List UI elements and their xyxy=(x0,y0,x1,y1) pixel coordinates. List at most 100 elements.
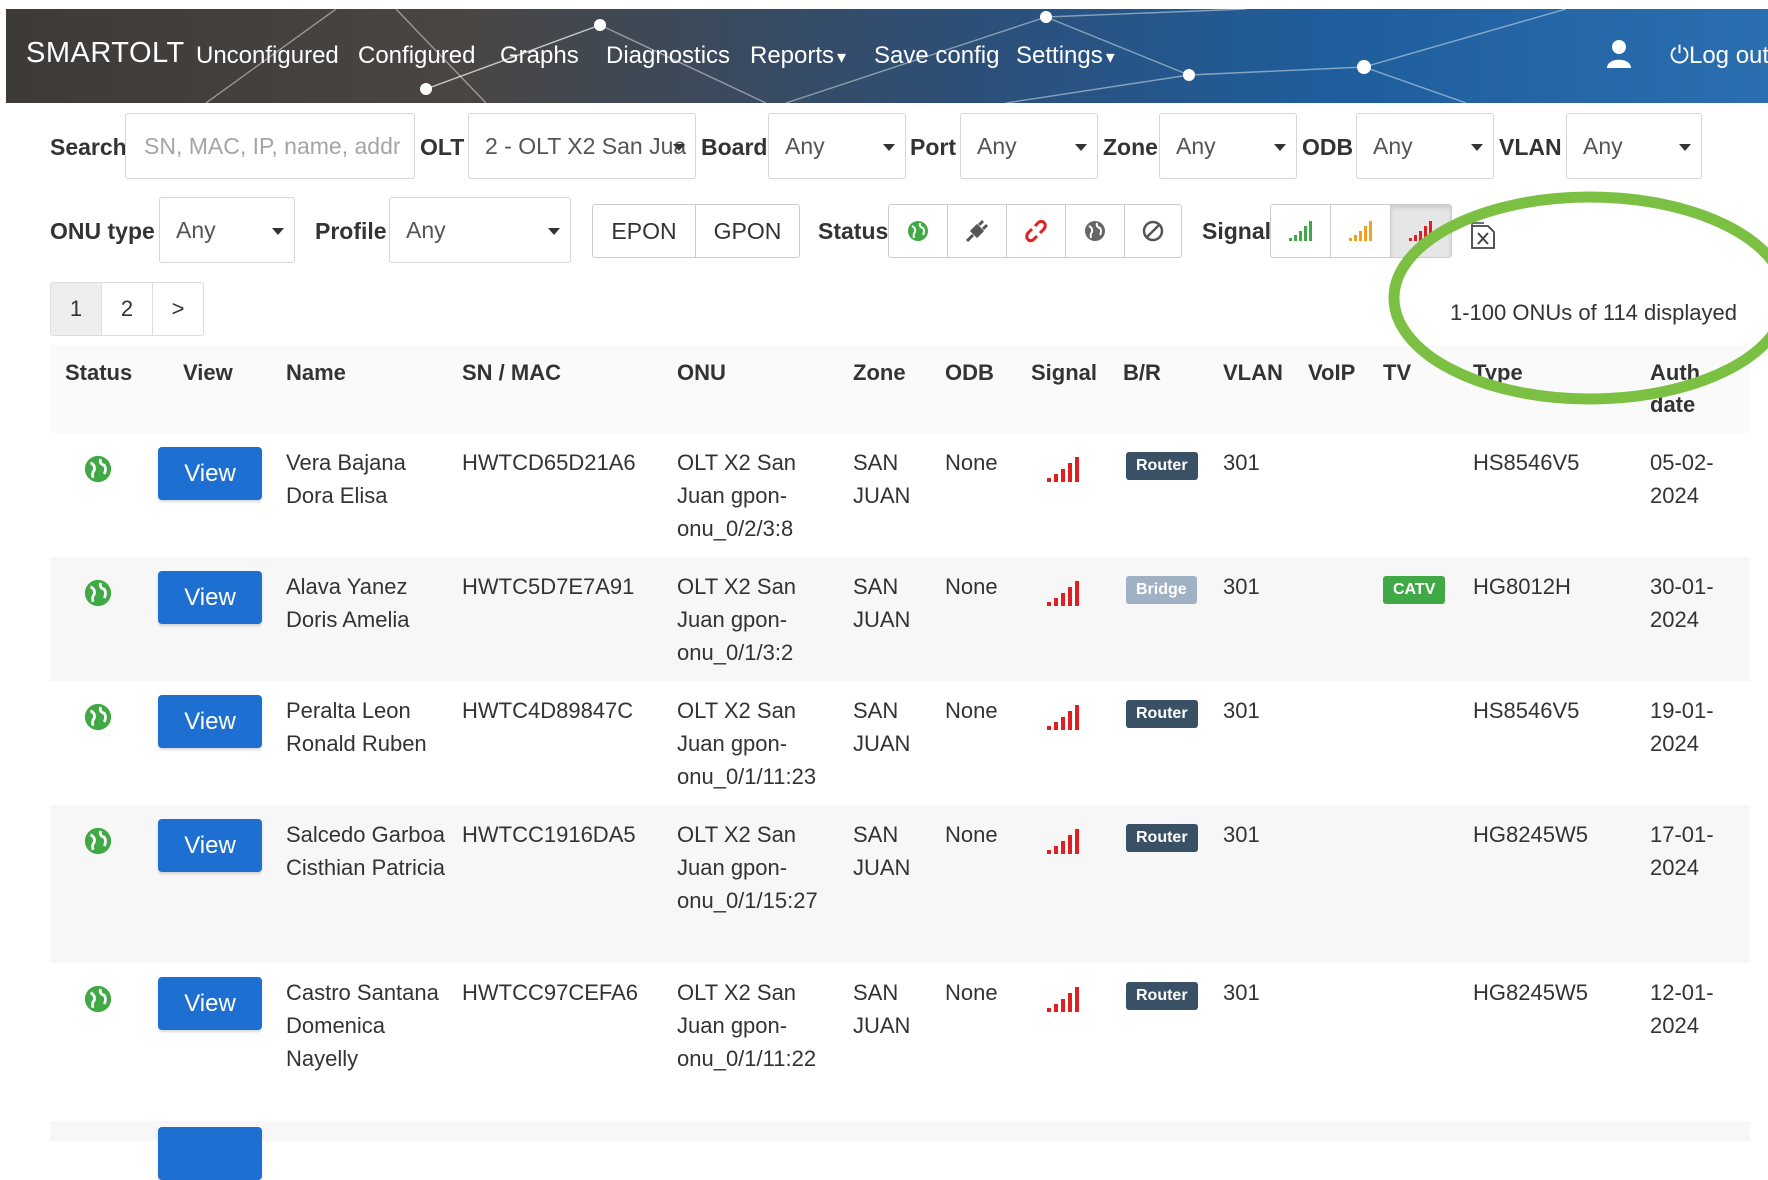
profile-label: Profile xyxy=(315,218,387,244)
row-auth-date: 30-01-2024 xyxy=(1650,574,1714,632)
row-sn: HWTCC1916DA5 xyxy=(462,822,636,847)
row-status-globe-icon xyxy=(83,578,113,617)
row-name[interactable]: Alava Yanez Doris Amelia xyxy=(286,570,446,636)
status-los-button[interactable] xyxy=(1007,205,1066,257)
signal-warning-button[interactable] xyxy=(1331,205,1391,257)
row-onu: OLT X2 San Juan gpon-onu_0/1/15:27 xyxy=(677,822,818,913)
col-auth-date[interactable]: Auth date xyxy=(1650,357,1720,421)
status-offline-button[interactable] xyxy=(1066,205,1125,257)
row-signal-icon xyxy=(1046,985,1080,1022)
nav-reports[interactable]: Reports xyxy=(750,42,846,70)
nav-unconfigured[interactable]: Unconfigured xyxy=(196,42,339,70)
epon-button[interactable]: EPON xyxy=(593,205,696,257)
table-row-partial xyxy=(50,1121,1750,1180)
disabled-icon xyxy=(1142,220,1164,242)
row-name[interactable]: Castro Santana Domenica Nayelly xyxy=(286,976,446,1075)
excel-export-icon[interactable] xyxy=(1470,222,1496,250)
row-br-badge: Router xyxy=(1126,824,1198,852)
row-sn: HWTC4D89847C xyxy=(462,698,634,723)
view-onu-button[interactable]: View xyxy=(158,571,262,624)
col-onu[interactable]: ONU xyxy=(677,357,726,389)
port-select[interactable]: Any xyxy=(960,113,1098,179)
row-status-globe-icon xyxy=(83,702,113,741)
search-label: Search xyxy=(50,134,127,160)
signal-critical-icon xyxy=(1409,221,1432,241)
row-vlan: 301 xyxy=(1223,698,1260,723)
zone-label: Zone xyxy=(1103,134,1158,160)
nav-graphs[interactable]: Graphs xyxy=(500,42,579,70)
row-sn: HWTCD65D21A6 xyxy=(462,450,636,475)
col-odb[interactable]: ODB xyxy=(945,357,994,389)
status-disabled-button[interactable] xyxy=(1125,205,1181,257)
profile-select[interactable]: Any xyxy=(389,197,571,263)
row-signal-icon xyxy=(1046,703,1080,740)
logout-link[interactable]: ⏻Log out xyxy=(1670,42,1768,70)
page-1-button[interactable]: 1 xyxy=(51,283,102,335)
page-2-button[interactable]: 2 xyxy=(102,283,153,335)
row-auth-date: 17-01-2024 xyxy=(1650,822,1714,880)
view-onu-button[interactable]: View xyxy=(158,695,262,748)
row-type: HG8012H xyxy=(1473,574,1571,599)
row-onu: OLT X2 San Juan gpon-onu_0/1/11:22 xyxy=(677,980,817,1071)
zone-select[interactable]: Any xyxy=(1159,113,1297,179)
nav-diagnostics[interactable]: Diagnostics xyxy=(606,42,730,70)
olt-select[interactable]: 2 - OLT X2 San Jua xyxy=(468,113,696,179)
col-type[interactable]: Type xyxy=(1473,357,1523,389)
gpon-button[interactable]: GPON xyxy=(696,205,799,257)
row-name[interactable]: Vera Bajana Dora Elisa xyxy=(286,446,446,512)
signal-good-button[interactable] xyxy=(1271,205,1331,257)
row-name[interactable]: Salcedo Garboa Cisthian Patricia xyxy=(286,818,446,884)
globe-offline-icon xyxy=(1085,221,1105,241)
col-voip[interactable]: VoIP xyxy=(1308,357,1355,389)
next-page-button[interactable]: > xyxy=(153,283,203,335)
table-row: View Peralta Leon Ronald Ruben HWTC4D89847… xyxy=(50,681,1750,805)
row-status-globe-icon xyxy=(83,984,113,1023)
view-onu-button[interactable]: View xyxy=(158,447,262,500)
col-signal[interactable]: Signal xyxy=(1031,357,1097,389)
row-odb: None xyxy=(945,980,998,1005)
logout-label: Log out xyxy=(1688,42,1768,69)
signal-warning-icon xyxy=(1348,221,1372,241)
col-tv[interactable]: TV xyxy=(1383,357,1411,389)
col-name[interactable]: Name xyxy=(286,357,346,389)
onu-type-select[interactable]: Any xyxy=(159,197,295,263)
broken-link-icon xyxy=(1025,219,1047,243)
view-onu-button[interactable] xyxy=(158,1127,262,1180)
col-br[interactable]: B/R xyxy=(1123,357,1161,389)
search-input[interactable] xyxy=(142,132,402,161)
odb-select[interactable]: Any xyxy=(1356,113,1494,179)
plug-icon xyxy=(965,219,989,243)
board-label: Board xyxy=(701,134,768,160)
brand-logo[interactable]: SMARTOLT xyxy=(26,37,185,70)
nav-save-config[interactable]: Save config xyxy=(874,42,999,70)
col-vlan[interactable]: VLAN xyxy=(1223,357,1283,389)
signal-label: Signal xyxy=(1202,218,1272,244)
col-view: View xyxy=(183,360,233,385)
col-zone[interactable]: Zone xyxy=(853,357,906,389)
search-box[interactable] xyxy=(125,113,415,179)
results-summary: 1-100 ONUs of 114 displayed xyxy=(1450,300,1737,325)
view-onu-button[interactable]: View xyxy=(158,819,262,872)
board-select[interactable]: Any xyxy=(768,113,906,179)
row-br-badge: Bridge xyxy=(1126,576,1197,604)
row-name[interactable]: Peralta Leon Ronald Ruben xyxy=(286,694,446,760)
row-zone: SAN JUAN xyxy=(853,698,911,756)
col-status[interactable]: Status xyxy=(65,357,132,389)
row-br-badge: Router xyxy=(1126,982,1198,1010)
view-onu-button[interactable]: View xyxy=(158,977,262,1030)
table-row: View Vera Bajana Dora Elisa HWTCD65D21A6 OL… xyxy=(50,433,1750,557)
row-odb: None xyxy=(945,574,998,599)
row-vlan: 301 xyxy=(1223,980,1260,1005)
nav-settings[interactable]: Settings xyxy=(1016,42,1115,70)
row-br-badge: Router xyxy=(1126,700,1198,728)
nav-reports-label: Reports xyxy=(750,42,835,69)
vlan-select[interactable]: Any xyxy=(1566,113,1702,179)
row-zone: SAN JUAN xyxy=(853,574,911,632)
status-power-fail-button[interactable] xyxy=(948,205,1007,257)
status-online-button[interactable] xyxy=(889,205,948,257)
nav-configured[interactable]: Configured xyxy=(358,42,475,70)
user-icon[interactable] xyxy=(1606,39,1632,69)
col-sn-mac[interactable]: SN / MAC xyxy=(462,357,561,389)
port-label: Port xyxy=(910,134,956,160)
signal-critical-button[interactable] xyxy=(1391,205,1451,257)
